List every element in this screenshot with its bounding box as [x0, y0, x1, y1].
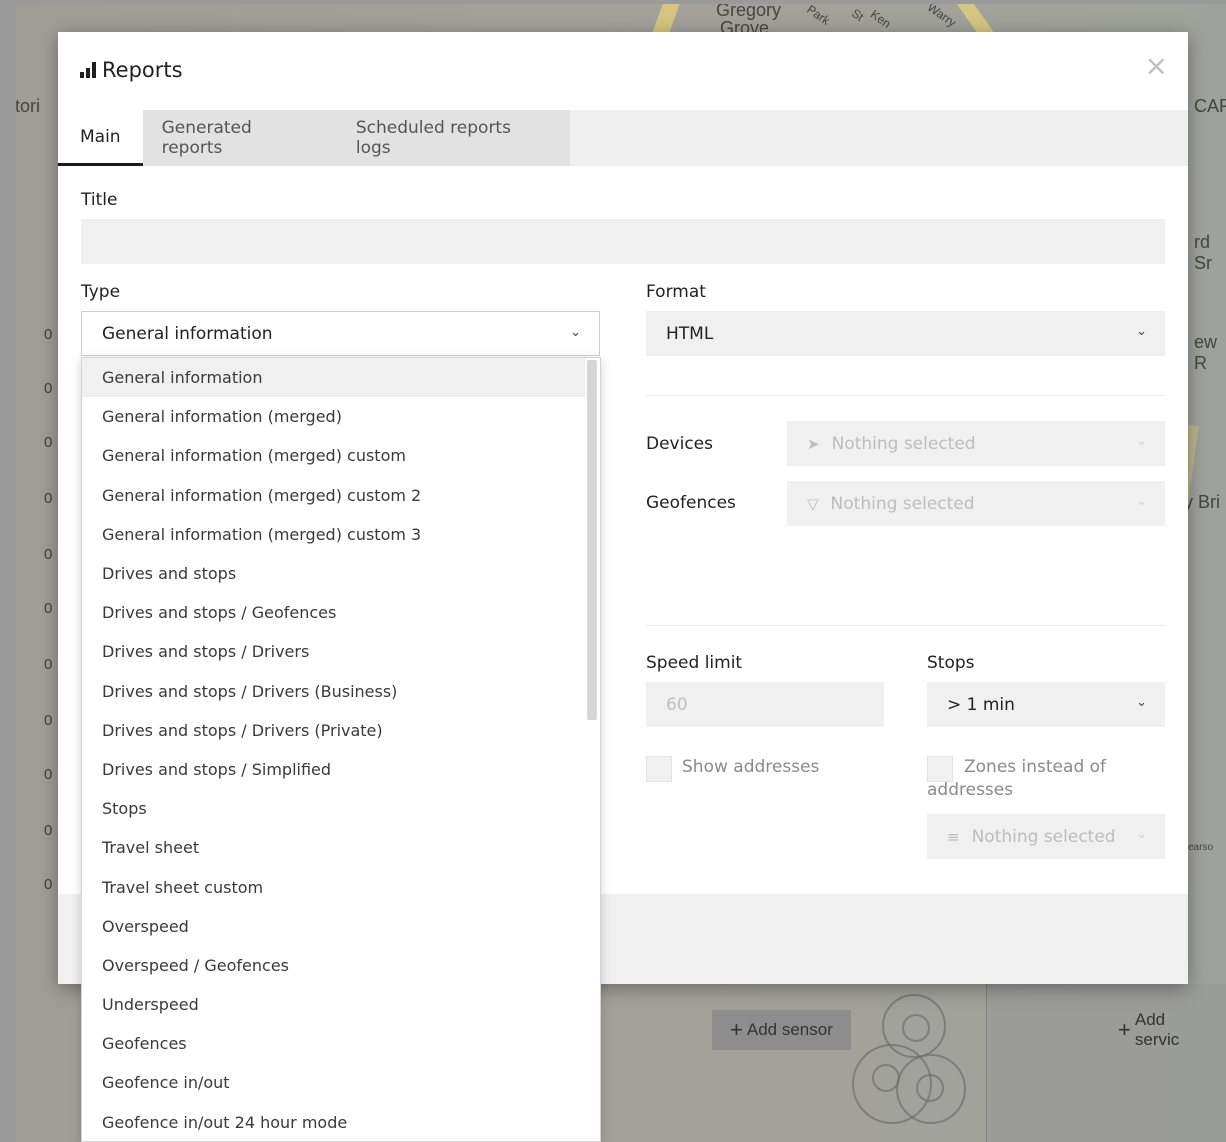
type-option[interactable]: Geofence in/out 24 hour mode: [82, 1103, 585, 1141]
bg-value: 0: [44, 822, 53, 839]
type-option[interactable]: Stops: [82, 789, 585, 828]
type-option[interactable]: Underspeed: [82, 985, 585, 1024]
tab-main[interactable]: Main: [58, 110, 143, 166]
map-label: Park: [804, 4, 833, 28]
geofence-triangle-icon: ▽: [807, 494, 819, 513]
type-option[interactable]: General information (merged) custom 2: [82, 476, 585, 515]
title-input[interactable]: [81, 219, 1165, 264]
map-label: rd Sr: [1194, 232, 1212, 273]
stops-label: Stops: [927, 653, 975, 673]
geofences-select[interactable]: ▽ Nothing selected ⌄: [787, 481, 1165, 526]
type-option[interactable]: Travel sheet custom: [82, 867, 585, 906]
location-arrow-icon: ➤: [807, 434, 820, 453]
bg-value: 0: [44, 326, 53, 343]
zones-select[interactable]: ≡ Nothing selected ⌄: [927, 814, 1165, 859]
type-option[interactable]: Drives and stops: [82, 554, 585, 593]
tab-strip: Main Generated reports Scheduled reports…: [58, 110, 570, 166]
bg-value: 0: [44, 434, 53, 451]
tab-bar-filler: [570, 110, 1188, 166]
map-label: attori: [16, 96, 41, 116]
modal-title-text: Reports: [102, 58, 183, 82]
type-label: Type: [81, 282, 121, 302]
zones-select-value: Nothing selected: [971, 826, 1116, 847]
geofences-select-value: Nothing selected: [830, 493, 975, 514]
devices-label: Devices: [646, 434, 713, 454]
chevron-down-icon: ⌄: [1136, 827, 1147, 842]
devices-select[interactable]: ➤ Nothing selected ⌄: [787, 421, 1165, 466]
stops-select-value: > 1 min: [947, 694, 1015, 715]
stops-select[interactable]: > 1 min ⌄: [927, 682, 1165, 727]
type-option[interactable]: Drives and stops / Drivers (Private): [82, 711, 585, 750]
map-label: St: [849, 6, 867, 24]
bg-panel: [986, 984, 1226, 1142]
plus-icon: +: [1118, 1017, 1131, 1042]
format-select-value: HTML: [666, 323, 714, 344]
chevron-down-icon: ⌄: [1136, 695, 1147, 710]
tab-generated-reports[interactable]: Generated reports: [143, 110, 337, 166]
chevron-down-icon: ⌄: [570, 325, 581, 340]
type-option[interactable]: General information (merged) custom: [82, 436, 585, 475]
type-dropdown-list: General information General information (…: [82, 358, 600, 1141]
type-select[interactable]: General information ⌄: [81, 311, 600, 356]
gear-icon: [896, 1054, 966, 1124]
bg-value: 0: [44, 656, 53, 673]
type-option[interactable]: Drives and stops / Drivers (Business): [82, 672, 585, 711]
type-option[interactable]: Geofences: [82, 1024, 585, 1063]
speed-limit-label: Speed limit: [646, 653, 743, 673]
type-option[interactable]: Overspeed / Geofences: [82, 946, 585, 985]
type-option[interactable]: Overspeed: [82, 907, 585, 946]
type-option[interactable]: Geofence in/out: [82, 1063, 585, 1102]
format-select[interactable]: HTML ⌄: [646, 311, 1165, 356]
bar-chart-icon: [80, 62, 96, 78]
type-dropdown-menu: General information General information (…: [81, 357, 601, 1142]
type-select-value: General information: [102, 323, 273, 344]
geofences-label: Geofences: [646, 493, 736, 513]
format-label: Format: [646, 282, 706, 302]
bg-value: 0: [44, 380, 53, 397]
bg-value: 0: [44, 712, 53, 729]
tab-bar: Main Generated reports Scheduled reports…: [58, 110, 1188, 166]
type-option[interactable]: Travel sheet: [82, 828, 585, 867]
map-label: ew R: [1194, 332, 1218, 373]
add-sensor-label: Add sensor: [746, 1020, 833, 1039]
type-option[interactable]: General information: [82, 358, 585, 398]
zones-instead-label: Zones instead of addresses: [927, 757, 1107, 800]
type-option[interactable]: General information (merged) custom 3: [82, 515, 585, 554]
bg-value: 0: [44, 766, 53, 783]
add-sensor-button[interactable]: + Add sensor: [712, 1010, 851, 1050]
map-label: CAF: [1194, 96, 1226, 116]
type-option[interactable]: Drives and stops / Drivers: [82, 632, 585, 671]
map-label: earso: [1188, 842, 1214, 853]
type-option[interactable]: General information (merged): [82, 397, 585, 436]
divider: [646, 625, 1165, 626]
add-service-label: Add servic: [1134, 1010, 1180, 1049]
chevron-down-icon: ⌄: [1136, 434, 1147, 449]
divider: [646, 395, 1165, 396]
modal-header: Reports ×: [58, 32, 1188, 110]
tab-scheduled-reports-logs[interactable]: Scheduled reports logs: [337, 110, 570, 166]
bg-value: 0: [44, 600, 53, 617]
dropdown-scrollbar[interactable]: [587, 360, 597, 720]
bg-value: 0: [44, 546, 53, 563]
show-addresses-label: Show addresses: [682, 757, 820, 777]
map-label: y Bri: [1184, 492, 1220, 512]
show-addresses-checkbox[interactable]: [646, 756, 672, 782]
type-option[interactable]: Drives and stops / Geofences: [82, 593, 585, 632]
chevron-down-icon: ⌄: [1136, 494, 1147, 509]
plus-icon: +: [730, 1017, 743, 1042]
close-icon[interactable]: ×: [1145, 52, 1168, 80]
chevron-down-icon: ⌄: [1136, 324, 1147, 339]
map-label: Warry: [924, 4, 959, 30]
bg-value: 0: [44, 490, 53, 507]
modal-title: Reports: [80, 58, 183, 82]
type-option[interactable]: Drives and stops / Simplified: [82, 750, 585, 789]
title-label: Title: [81, 190, 118, 210]
list-icon: ≡: [947, 827, 960, 846]
speed-limit-placeholder: 60: [666, 694, 688, 715]
devices-select-value: Nothing selected: [831, 433, 976, 454]
add-service-button[interactable]: + Add servic: [1100, 1010, 1226, 1050]
bg-value: 0: [44, 876, 53, 893]
map-label: Ken: [867, 7, 894, 31]
speed-limit-input[interactable]: 60: [646, 682, 884, 727]
